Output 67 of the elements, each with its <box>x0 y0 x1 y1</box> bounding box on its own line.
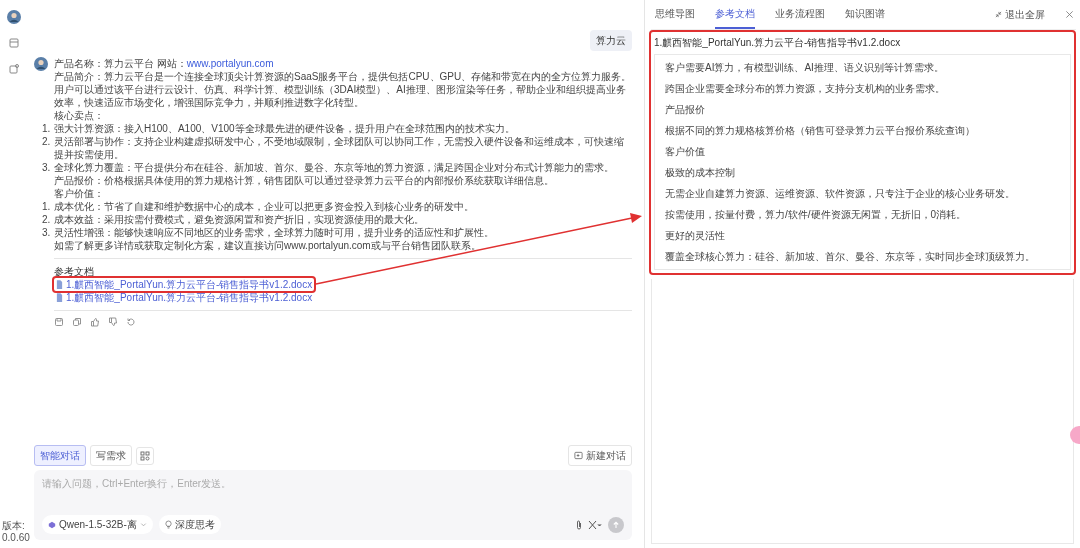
panel-tab[interactable]: 思维导图 <box>655 0 695 29</box>
close-icon[interactable] <box>1065 10 1074 19</box>
model-selector[interactable]: Qwen-1.5-32B-离 <box>42 515 153 534</box>
thumbs-up-icon[interactable] <box>90 317 100 327</box>
answer-paragraph: 产品报价：价格根据具体使用的算力规格计算，销售团队可以通过登录算力云平台的内部报价系统获取详细信息。 <box>54 174 555 187</box>
user-message: 算力云 <box>590 30 632 51</box>
version-number: 0.0.60 <box>2 532 30 544</box>
deep-think-toggle[interactable]: 深度思考 <box>158 515 221 534</box>
list-item-text: 灵活部署与协作：支持企业构建虚拟研发中心，不受地域限制，全球团队可以协同工作，无需投入硬件设备和运维成本，可快速缩提并按需使用。 <box>54 135 625 161</box>
list-item-text: 全球化算力覆盖：平台提供分布在硅谷、新加坡、首尔、曼谷、东京等地的算力资源，满足跨国企业对分布式计算能力的需求。 <box>54 161 614 174</box>
document-paragraph: 极致的成本控制 <box>665 166 736 179</box>
apps-button[interactable] <box>136 446 154 465</box>
document-icon[interactable] <box>9 38 19 48</box>
answer-paragraph: 客户价值： <box>54 187 105 200</box>
list-item-text: 灵活性增强：能够快速响应不同地区的业务需求，全球算力随时可用，提升业务的适应性和扩展性。 <box>54 226 494 239</box>
document-paragraph: 更好的灵活性 <box>665 229 726 242</box>
panel-tab[interactable]: 业务流程图 <box>775 0 825 29</box>
list-number: 1. <box>42 200 52 213</box>
model-icon <box>48 520 56 529</box>
list-number: 3. <box>42 226 52 239</box>
list-item-text: 强大计算资源：接入H100、A100、V100等全球最先进的硬件设备，提升用户在全球范围内的技术实力。 <box>54 122 515 135</box>
attachment-icon[interactable] <box>576 519 582 530</box>
list-number: 2. <box>42 213 52 226</box>
document-paragraph: 产品报价 <box>665 103 706 116</box>
list-number: 1. <box>42 122 52 135</box>
reference-link[interactable]: 1.麒西智能_PortalYun.算力云平台-销售指导书v1.2.docx <box>54 278 315 291</box>
list-number: 3. <box>42 161 52 174</box>
avatar <box>34 57 48 71</box>
lightbulb-icon <box>164 520 172 529</box>
mode-tab[interactable]: 写需求 <box>90 445 132 466</box>
product-name: 产品名称：算力云平台 网站： <box>54 57 187 70</box>
mode-tab[interactable]: 智能对话 <box>34 445 86 466</box>
collapse-icon <box>995 11 1002 18</box>
copy-icon[interactable] <box>72 317 82 327</box>
version-label: 版本: <box>2 520 26 532</box>
image-icon[interactable] <box>9 64 19 74</box>
refresh-icon[interactable] <box>126 317 136 327</box>
document-paragraph: 无需企业自建算力资源、运维资源、软件资源，只专注于企业的核心业务研发。 <box>665 187 1016 200</box>
document-title: 1.麒西智能_PortalYun.算力云平台-销售指导书v1.2.docx <box>654 36 902 50</box>
references-heading: 参考文档 <box>54 265 95 278</box>
list-number: 2. <box>42 135 52 149</box>
answer-paragraph: 如需了解更多详情或获取定制化方案，建议直接访问www.portalyun.com或与平台销售团队联系。 <box>54 239 482 252</box>
list-item-text: 成本效益：采用按需付费模式，避免资源闲置和资产折旧，实现资源使用的最大化。 <box>54 213 424 226</box>
panel-tab[interactable]: 参考文档 <box>715 0 755 29</box>
answer-paragraph: 核心卖点： <box>54 109 105 122</box>
input-box[interactable]: 请输入问题，Ctrl+Enter换行，Enter发送。 Qwen-1.5-32B-离 深度思考 <box>34 470 632 540</box>
document-paragraph: 按需使用，按量付费，算力/软件/硬件资源无闲置，无折旧，0消耗。 <box>665 208 968 221</box>
exit-fullscreen-button[interactable]: 退出全屏 <box>995 7 1045 22</box>
save-icon[interactable] <box>54 317 64 327</box>
document-paragraph: 跨国企业需要全球分布的算力资源，支持分支机构的业务需求。 <box>665 82 946 95</box>
reference-link[interactable]: 1.麒西智能_PortalYun.算力云平台-销售指导书v1.2.docx <box>54 291 315 304</box>
panel-tab[interactable]: 知识图谱 <box>845 0 885 29</box>
website-link[interactable]: www.portalyun.com <box>186 57 274 70</box>
tools-dropdown-icon[interactable] <box>588 519 602 530</box>
grid-icon <box>140 450 150 461</box>
document-paragraph: 根据不同的算力规格核算价格（销售可登录算力云平台报价系统查询） <box>665 124 976 137</box>
avatar[interactable] <box>7 10 21 24</box>
new-chat-button[interactable]: 新建对话 <box>568 445 632 466</box>
document-paragraph: 覆盖全球核心算力：硅谷、新加坡、首尔、曼谷、东京等，实时同步全球顶级算力。 <box>665 250 1036 263</box>
document-paragraph: 客户需要AI算力，有模型训练、AI推理、语义识别等计算需求。 <box>665 61 945 74</box>
list-item-text: 成本优化：节省了自建和维护数据中心的成本，企业可以把更多资金投入到核心业务的研发中。 <box>54 200 474 213</box>
answer-paragraph: 产品简介：算力云平台是一个连接全球顶尖计算资源的SaaS服务平台，提供包括CPU、GPU、存储和带宽在内的全方位算力服务。用户可以通过该平台进行云设计、仿真、科学计算、模型训练（3DAI模型）、AI推理、图形渲染等任务，帮助企业和组织提高业务效率，快速适应市场变化，增强国际竞争力，并顺利推进数字化转型。 <box>54 70 632 109</box>
thumbs-down-icon[interactable] <box>108 317 118 327</box>
new-chat-icon <box>574 451 583 460</box>
document-paragraph: 客户价值 <box>665 145 706 158</box>
arrow-up-icon <box>612 520 620 529</box>
chevron-down-icon <box>139 521 147 528</box>
